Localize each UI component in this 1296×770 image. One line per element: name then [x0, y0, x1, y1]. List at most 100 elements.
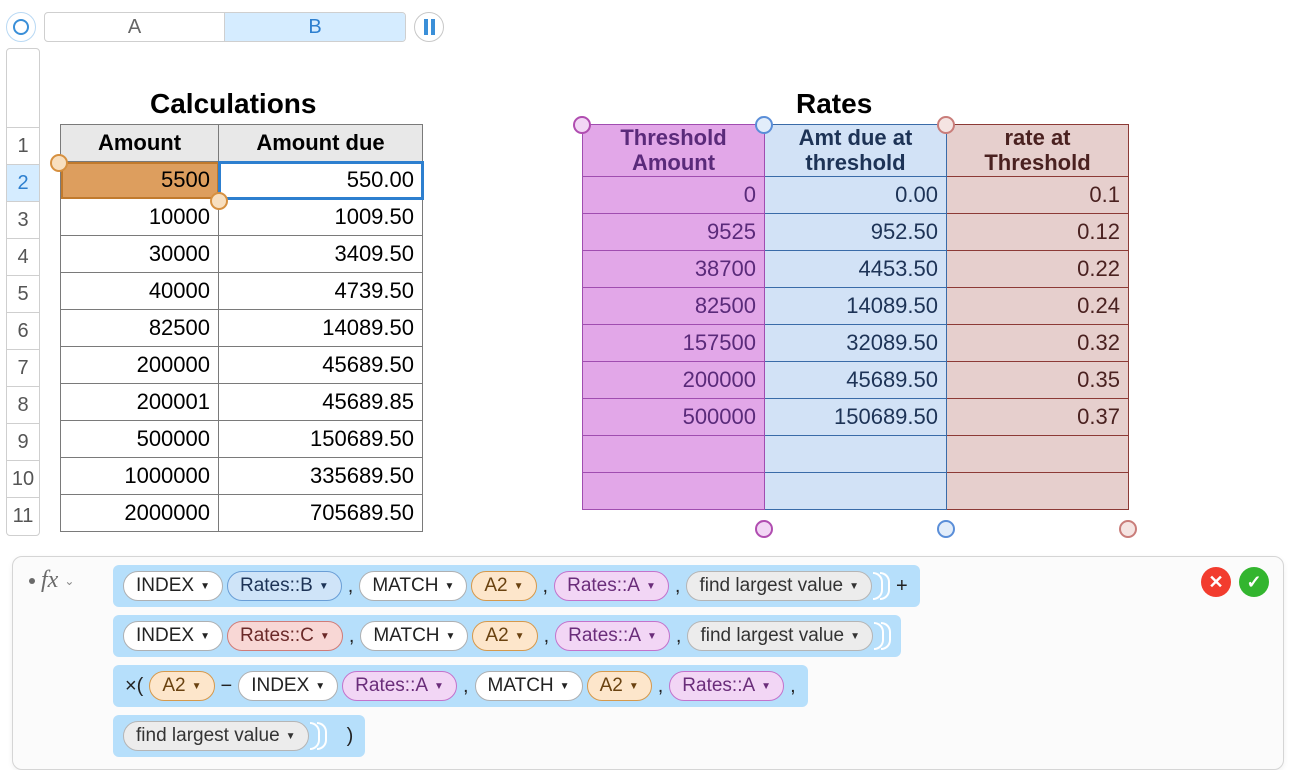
token-function[interactable]: MATCH▼	[475, 671, 583, 701]
row-header-1[interactable]: 1	[7, 128, 39, 165]
cell[interactable]: 30000	[61, 236, 219, 273]
cell[interactable]: 0.24	[947, 287, 1129, 324]
cell[interactable]: 0.00	[765, 176, 947, 213]
row-header-3[interactable]: 3	[7, 202, 39, 239]
row-header-6[interactable]: 6	[7, 313, 39, 350]
cell[interactable]: 0	[583, 176, 765, 213]
formula-editor[interactable]: fx ⌄ ✕ ✓ INDEX▼ Rates::B▼ , MATCH▼ A2▼ ,…	[12, 556, 1284, 770]
cell[interactable]: 45689.50	[765, 361, 947, 398]
cell[interactable]: 38700	[583, 250, 765, 287]
column-tab-b[interactable]: B	[225, 13, 405, 41]
cell[interactable]: 335689.50	[219, 458, 423, 495]
token-function[interactable]: MATCH▼	[360, 621, 468, 651]
cell[interactable]: 0.32	[947, 324, 1129, 361]
selection-handle[interactable]	[937, 520, 955, 538]
token-cellref[interactable]: A2▼	[587, 671, 652, 701]
column-add-button[interactable]	[414, 12, 444, 42]
selection-handle[interactable]	[755, 116, 773, 134]
rates-header-amt-due[interactable]: Amt due at threshold	[765, 125, 947, 177]
cell[interactable]: 1000000	[61, 458, 219, 495]
formula-line[interactable]: INDEX▼ Rates::B▼ , MATCH▼ A2▼ , Rates::A…	[113, 565, 920, 607]
row-header-10[interactable]: 10	[7, 461, 39, 498]
cell[interactable]: .	[765, 472, 947, 509]
cell[interactable]: .	[583, 435, 765, 472]
token-function[interactable]: INDEX▼	[123, 571, 223, 601]
cell[interactable]: .	[947, 472, 1129, 509]
cell[interactable]: 0.12	[947, 213, 1129, 250]
cell[interactable]: 82500	[583, 287, 765, 324]
confirm-button[interactable]: ✓	[1239, 567, 1269, 597]
fx-label[interactable]: fx ⌄	[29, 567, 74, 594]
token-argument[interactable]: find largest value▼	[123, 721, 309, 751]
token-function[interactable]: MATCH▼	[359, 571, 467, 601]
cell[interactable]: 40000	[61, 273, 219, 310]
cell[interactable]: 157500	[583, 324, 765, 361]
cell[interactable]: 0.22	[947, 250, 1129, 287]
cell[interactable]: 45689.50	[219, 347, 423, 384]
token-range[interactable]: Rates::C▼	[227, 621, 343, 651]
cell[interactable]: 200000	[61, 347, 219, 384]
cell[interactable]: .	[583, 472, 765, 509]
cell[interactable]: 4739.50	[219, 273, 423, 310]
cell[interactable]: 82500	[61, 310, 219, 347]
token-argument[interactable]: find largest value▼	[686, 571, 872, 601]
row-header-2[interactable]: 2	[7, 165, 39, 202]
cell-a2[interactable]: 5500	[61, 162, 219, 199]
rates-header-threshold-amount[interactable]: Threshold Amount	[583, 125, 765, 177]
column-tab-a[interactable]: A	[45, 13, 225, 41]
selection-handle[interactable]	[50, 154, 68, 172]
rates-header-rate[interactable]: rate at Threshold	[947, 125, 1129, 177]
cell[interactable]: 150689.50	[219, 421, 423, 458]
row-header-5[interactable]: 5	[7, 276, 39, 313]
cancel-button[interactable]: ✕	[1201, 567, 1231, 597]
cell[interactable]: 45689.85	[219, 384, 423, 421]
row-header-7[interactable]: 7	[7, 350, 39, 387]
cell[interactable]: 9525	[583, 213, 765, 250]
selection-handle[interactable]	[755, 520, 773, 538]
token-range[interactable]: Rates::A▼	[342, 671, 457, 701]
formula-line[interactable]: find largest value▼ )	[113, 715, 365, 757]
token-range[interactable]: Rates::A▼	[669, 671, 784, 701]
cell[interactable]: 500000	[61, 421, 219, 458]
cell[interactable]: 150689.50	[765, 398, 947, 435]
token-function[interactable]: INDEX▼	[123, 621, 223, 651]
selection-handle[interactable]	[1119, 520, 1137, 538]
cell[interactable]: 500000	[583, 398, 765, 435]
cell[interactable]: 2000000	[61, 495, 219, 532]
cell[interactable]: .	[765, 435, 947, 472]
selection-handle[interactable]	[210, 192, 228, 210]
row-header-9[interactable]: 9	[7, 424, 39, 461]
token-function[interactable]: INDEX▼	[238, 671, 338, 701]
cell[interactable]: 3409.50	[219, 236, 423, 273]
token-argument[interactable]: find largest value▼	[687, 621, 873, 651]
token-range[interactable]: Rates::A▼	[554, 571, 669, 601]
selection-handle[interactable]	[937, 116, 955, 134]
token-cellref[interactable]: A2▼	[149, 671, 214, 701]
cell[interactable]: 32089.50	[765, 324, 947, 361]
cell[interactable]: 1009.50	[219, 199, 423, 236]
formula-line[interactable]: INDEX▼ Rates::C▼ , MATCH▼ A2▼ , Rates::A…	[113, 615, 901, 657]
formula-line[interactable]: ×( A2▼ − INDEX▼ Rates::A▼ , MATCH▼ A2▼ ,…	[113, 665, 808, 707]
cell[interactable]: 0.1	[947, 176, 1129, 213]
token-range[interactable]: Rates::A▼	[555, 621, 670, 651]
row-header-11[interactable]: 11	[7, 498, 39, 535]
cell[interactable]: 14089.50	[765, 287, 947, 324]
cell[interactable]: 0.35	[947, 361, 1129, 398]
token-range[interactable]: Rates::B▼	[227, 571, 342, 601]
cell[interactable]: 200001	[61, 384, 219, 421]
selection-handle[interactable]	[573, 116, 591, 134]
token-cellref[interactable]: A2▼	[472, 621, 537, 651]
row-header-4[interactable]: 4	[7, 239, 39, 276]
cell-b2[interactable]: 550.00	[219, 162, 423, 199]
cell[interactable]: 705689.50	[219, 495, 423, 532]
table-menu-button[interactable]	[6, 12, 36, 42]
calc-header-amount-due[interactable]: Amount due	[219, 125, 423, 162]
cell[interactable]: 952.50	[765, 213, 947, 250]
cell[interactable]: 10000	[61, 199, 219, 236]
cell[interactable]: 200000	[583, 361, 765, 398]
cell[interactable]: 14089.50	[219, 310, 423, 347]
cell[interactable]: .	[947, 435, 1129, 472]
calc-header-amount[interactable]: Amount	[61, 125, 219, 162]
cell[interactable]: 0.37	[947, 398, 1129, 435]
row-header-8[interactable]: 8	[7, 387, 39, 424]
